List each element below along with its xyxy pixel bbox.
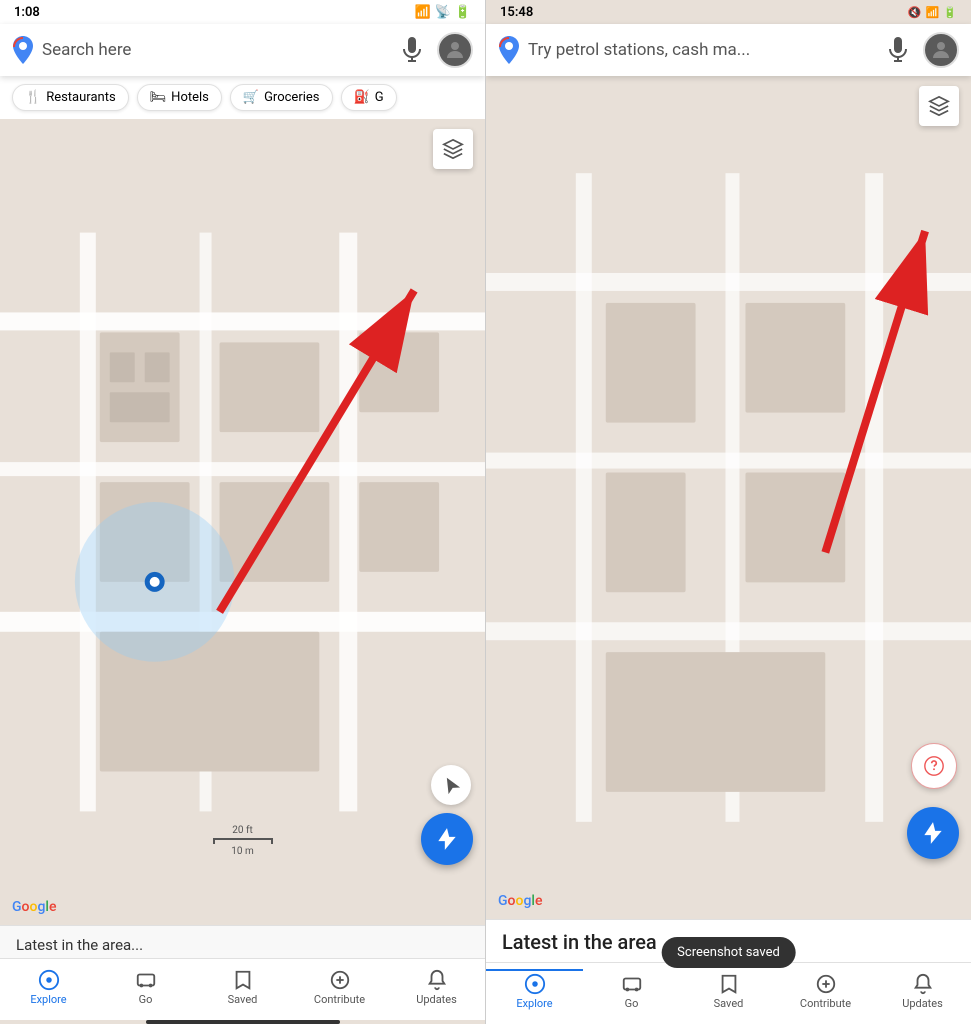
groceries-icon: 🛒	[243, 90, 259, 105]
contribute-icon-right	[815, 973, 837, 995]
search-inner-left[interactable]: Search here	[12, 36, 387, 64]
nav-label-updates-right: Updates	[902, 997, 943, 1010]
nav-label-contribute-left: Contribute	[314, 993, 365, 1006]
scale-line-left	[213, 838, 273, 844]
home-indicator-left	[146, 1020, 340, 1024]
map-right[interactable]: Google	[486, 76, 971, 919]
layer-button-right[interactable]	[919, 86, 959, 126]
battery-icon-right: 🔋	[943, 6, 957, 19]
go-icon-left	[135, 969, 157, 991]
avatar-left[interactable]	[437, 32, 473, 68]
search-bar-left[interactable]: Search here	[0, 24, 485, 76]
bottom-nav-left: Explore Go Saved	[0, 958, 485, 1020]
battery-icon: 🔋	[455, 5, 471, 20]
saved-icon-left	[232, 969, 254, 991]
chip-label-groceries: Groceries	[264, 90, 319, 105]
gas-icon: ⛽	[354, 90, 370, 105]
nav-updates-left[interactable]: Updates	[388, 965, 485, 1010]
maps-pin-icon-right	[498, 36, 520, 64]
nav-label-contribute-right: Contribute	[800, 997, 851, 1010]
direction-icon-left	[441, 775, 461, 795]
signal-icon-right: 📶	[926, 6, 940, 19]
nav-explore-left[interactable]: Explore	[0, 965, 97, 1010]
layers-icon-left	[442, 138, 464, 160]
nav-label-updates-left: Updates	[416, 993, 457, 1006]
bottom-nav-right: Explore Go Saved	[486, 962, 971, 1024]
hotels-icon: 🛏	[150, 90, 167, 105]
search-bar-right[interactable]: Try petrol stations, cash ma...	[486, 24, 971, 76]
question-icon-right	[923, 755, 945, 777]
avatar-right[interactable]	[923, 32, 959, 68]
latest-bar-left: Latest in the area...	[0, 925, 485, 958]
latest-text-left: Latest in the area...	[16, 936, 143, 954]
nav-contribute-right[interactable]: Contribute	[777, 969, 874, 1014]
direction-button-left[interactable]	[431, 765, 471, 805]
nav-go-left[interactable]: Go	[97, 965, 194, 1010]
nav-contribute-left[interactable]: Contribute	[291, 965, 388, 1010]
category-chips-left: 🍴 Restaurants 🛏 Hotels 🛒 Groceries ⛽ G	[0, 76, 485, 119]
search-inner-right[interactable]: Try petrol stations, cash ma...	[498, 36, 873, 64]
explore-icon-right	[524, 973, 546, 995]
mute-icon: 🔇	[908, 6, 922, 19]
chip-groceries[interactable]: 🛒 Groceries	[230, 84, 333, 111]
status-bar-right: 15:48 🔇 📶 🔋	[486, 0, 971, 24]
nav-saved-right[interactable]: Saved	[680, 969, 777, 1014]
screenshot-toast: Screenshot saved	[661, 937, 796, 968]
mic-button-right[interactable]	[883, 35, 913, 65]
nav-explore-right[interactable]: Explore	[486, 969, 583, 1014]
mic-button-left[interactable]	[397, 35, 427, 65]
navigate-icon-left	[434, 826, 460, 852]
updates-icon-left	[426, 969, 448, 991]
nav-label-go-left: Go	[139, 993, 153, 1006]
scale-text-ft: 20 ft	[232, 825, 252, 836]
status-time-right: 15:48	[500, 5, 533, 20]
chip-restaurants[interactable]: 🍴 Restaurants	[12, 84, 129, 111]
maps-pin-icon-left	[12, 36, 34, 64]
chip-label-restaurants: Restaurants	[46, 90, 115, 105]
nav-saved-left[interactable]: Saved	[194, 965, 291, 1010]
map-svg-right	[486, 76, 971, 919]
scale-text-m: 10 m	[231, 846, 254, 857]
chip-hotels[interactable]: 🛏 Hotels	[137, 84, 222, 111]
updates-icon-right	[912, 973, 934, 995]
status-time-left: 1:08	[14, 5, 40, 20]
map-svg-left	[0, 119, 485, 925]
saved-icon-right	[718, 973, 740, 995]
navigate-fab-left[interactable]	[421, 813, 473, 865]
navigate-icon-right	[920, 820, 946, 846]
map-left[interactable]: 20 ft 10 m Google	[0, 119, 485, 925]
layers-icon-right	[928, 95, 950, 117]
nav-go-right[interactable]: Go	[583, 969, 680, 1014]
chip-gas[interactable]: ⛽ G	[341, 84, 397, 111]
wifi-icon: 📡	[435, 5, 451, 20]
search-placeholder-right[interactable]: Try petrol stations, cash ma...	[528, 40, 873, 60]
nav-label-go-right: Go	[625, 997, 639, 1010]
chip-label-hotels: Hotels	[171, 90, 209, 105]
nav-label-explore-right: Explore	[516, 997, 552, 1010]
google-logo-right: Google	[498, 893, 542, 909]
explore-icon-left	[38, 969, 60, 991]
google-logo-left: Google	[12, 899, 56, 915]
status-bar-left: 1:08 📶 📡 🔋	[0, 0, 485, 24]
search-placeholder-left[interactable]: Search here	[42, 40, 387, 60]
nav-label-saved-right: Saved	[714, 997, 744, 1010]
left-phone-panel: 1:08 📶 📡 🔋 Search here	[0, 0, 486, 1024]
status-icons-left: 📶 📡 🔋	[414, 5, 471, 20]
nav-label-saved-left: Saved	[228, 993, 258, 1006]
layer-button-left[interactable]	[433, 129, 473, 169]
scale-bar-left: 20 ft 10 m	[213, 825, 273, 857]
go-icon-right	[621, 973, 643, 995]
signal-icon: 📶	[414, 5, 430, 20]
question-button-right[interactable]	[911, 743, 957, 789]
restaurants-icon: 🍴	[25, 90, 41, 105]
right-phone-panel: 15:48 🔇 📶 🔋 Try petrol stations, cash ma…	[486, 0, 971, 1024]
nav-label-explore-left: Explore	[30, 993, 66, 1006]
chip-label-gas: G	[375, 90, 384, 105]
status-icons-right: 🔇 📶 🔋	[908, 6, 957, 19]
toast-text: Screenshot saved	[677, 945, 780, 960]
navigate-fab-right[interactable]	[907, 807, 959, 859]
latest-text-right: Latest in the area	[502, 930, 657, 954]
nav-updates-right[interactable]: Updates	[874, 969, 971, 1014]
contribute-icon-left	[329, 969, 351, 991]
